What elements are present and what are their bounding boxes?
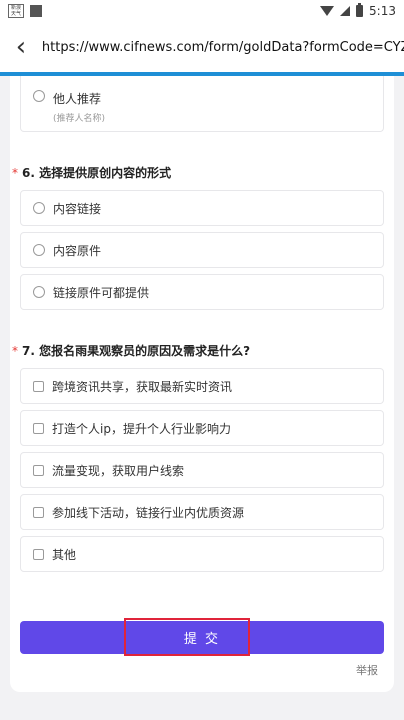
q7-option-1[interactable]: 跨境资讯共享，获取最新实时资讯 <box>20 368 384 404</box>
checkbox-icon[interactable] <box>33 464 44 476</box>
option-referral[interactable]: 他人推荐 (推荐人名称) <box>20 76 384 132</box>
question-7-text: 7. 您报名雨果观察员的原因及需求是什么? <box>22 344 251 358</box>
radio-icon[interactable] <box>33 286 45 298</box>
option-label: 内容链接 <box>53 201 102 216</box>
checkbox-icon[interactable] <box>33 380 44 392</box>
required-star: * <box>12 344 18 358</box>
weather-app-icon: 新浪 天气 <box>8 4 24 18</box>
q6-option-2[interactable]: 内容原件 <box>20 232 384 268</box>
option-label: 内容原件 <box>53 243 102 258</box>
option-label: 跨境资讯共享，获取最新实时资讯 <box>52 379 233 394</box>
signal-icon <box>340 6 351 16</box>
option-label: 其他 <box>52 547 77 562</box>
back-arrow-icon[interactable]: ‹ <box>0 22 42 72</box>
status-time: 5:13 <box>369 4 396 18</box>
q7-option-3[interactable]: 流量变现，获取用户线索 <box>20 452 384 488</box>
report-link[interactable]: 举报 <box>356 662 378 678</box>
q7-option-4[interactable]: 参加线下活动，链接行业内优质资源 <box>20 494 384 530</box>
radio-icon[interactable] <box>33 202 45 214</box>
q6-option-1[interactable]: 内容链接 <box>20 190 384 226</box>
status-bar: 新浪 天气 5:13 <box>0 0 404 22</box>
submit-highlight-box <box>124 618 250 656</box>
checkbox-icon[interactable] <box>33 506 44 518</box>
option-label: 他人推荐 <box>53 92 102 106</box>
required-star: * <box>12 166 18 180</box>
form-card: 他人推荐 (推荐人名称) * 6. 选择提供原创内容的形式 内容链接 内容原件 链… <box>10 76 394 692</box>
option-label: 参加线下活动，链接行业内优质资源 <box>52 505 245 520</box>
q7-option-2[interactable]: 打造个人ip，提升个人行业影响力 <box>20 410 384 446</box>
checkbox-icon[interactable] <box>33 422 44 434</box>
option-label: 链接原件可都提供 <box>53 285 150 300</box>
option-label: 流量变现，获取用户线索 <box>52 463 185 478</box>
radio-icon[interactable] <box>33 244 45 256</box>
notification-icon <box>30 5 42 17</box>
q7-option-5[interactable]: 其他 <box>20 536 384 572</box>
question-7-title: * 7. 您报名雨果观察员的原因及需求是什么? <box>12 342 250 359</box>
wifi-icon <box>320 6 335 16</box>
url-text[interactable]: https://www.cifnews.com/form/goldData?fo… <box>42 40 404 55</box>
option-label: 打造个人ip，提升个人行业影响力 <box>52 421 231 436</box>
browser-toolbar: ‹ https://www.cifnews.com/form/goldData?… <box>0 22 404 72</box>
q6-option-3[interactable]: 链接原件可都提供 <box>20 274 384 310</box>
checkbox-icon[interactable] <box>33 548 44 560</box>
question-6-title: * 6. 选择提供原创内容的形式 <box>12 164 171 181</box>
question-6-text: 6. 选择提供原创内容的形式 <box>22 166 172 180</box>
radio-icon[interactable] <box>33 90 45 102</box>
option-hint: (推荐人名称) <box>53 114 106 124</box>
battery-icon <box>356 3 364 17</box>
